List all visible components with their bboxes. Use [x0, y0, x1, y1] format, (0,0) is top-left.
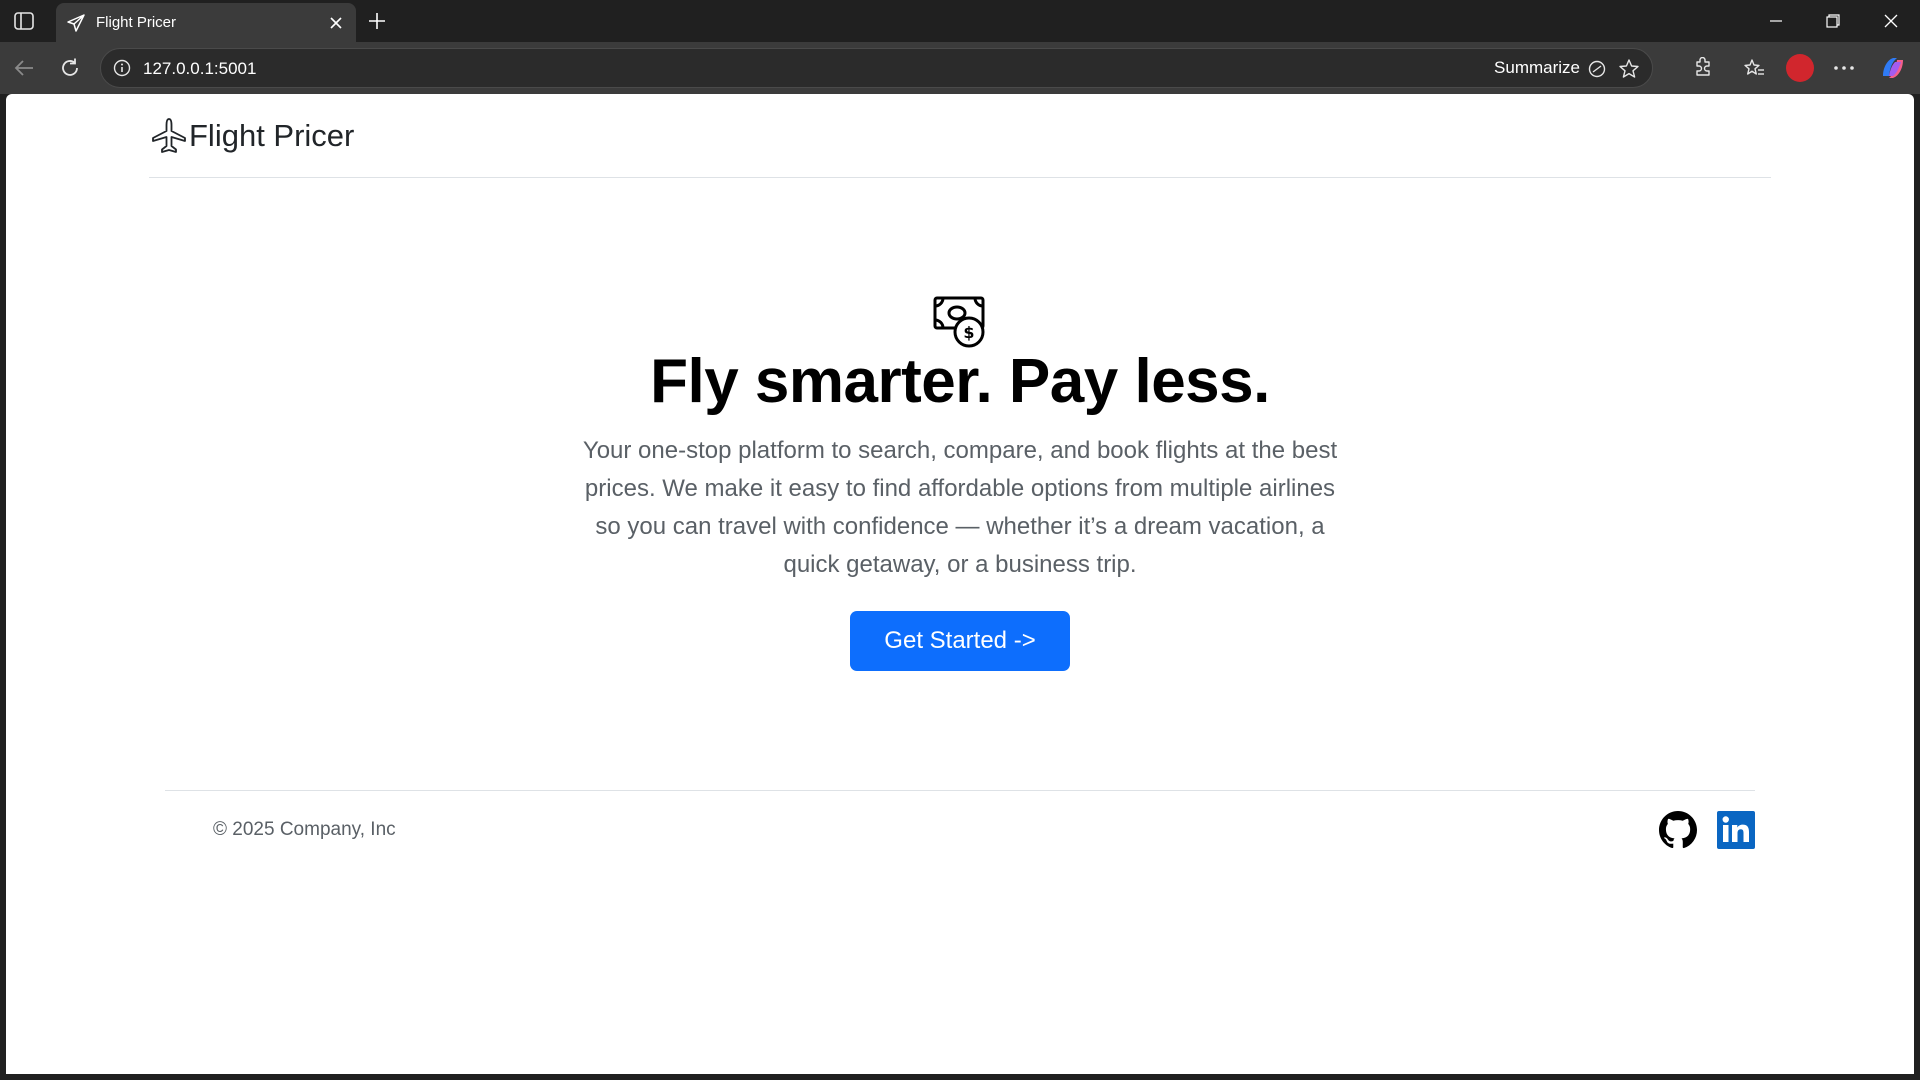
linkedin-icon[interactable]: [1716, 810, 1756, 850]
tab-bar: Flight Pricer: [0, 0, 1920, 42]
site-header: Flight Pricer: [149, 94, 1771, 178]
get-started-button[interactable]: Get Started ->: [850, 611, 1070, 671]
hero-title: Fly smarter. Pay less.: [650, 347, 1270, 416]
back-icon[interactable]: [10, 54, 38, 82]
summarize-icon[interactable]: [1586, 58, 1608, 80]
extensions-icon[interactable]: [1689, 54, 1717, 82]
restore-icon[interactable]: [1818, 8, 1848, 34]
copilot-icon[interactable]: [1879, 54, 1907, 82]
paper-plane-icon: [66, 13, 86, 33]
address-bar[interactable]: 127.0.0.1:5001 Summarize: [100, 48, 1653, 88]
footer-divider: [165, 790, 1755, 791]
brand-name[interactable]: Flight Pricer: [189, 118, 354, 154]
tab-title: Flight Pricer: [96, 14, 177, 31]
browser-toolbar: 127.0.0.1:5001 Summarize: [0, 42, 1920, 94]
more-icon[interactable]: [1830, 54, 1858, 82]
close-icon[interactable]: [326, 13, 346, 33]
copyright-text: © 2025 Company, Inc: [213, 819, 396, 840]
profile-avatar[interactable]: [1786, 54, 1814, 82]
browser-tab[interactable]: Flight Pricer: [56, 3, 356, 42]
hero-description: Your one-stop platform to search, compar…: [582, 437, 1338, 578]
star-icon[interactable]: [1618, 58, 1640, 80]
refresh-icon[interactable]: [56, 54, 84, 82]
plus-icon[interactable]: [364, 8, 390, 34]
svg-text:$: $: [963, 323, 974, 342]
window-bottom-edge: [0, 1074, 1920, 1080]
minimize-icon[interactable]: [1761, 8, 1791, 34]
github-icon[interactable]: [1658, 810, 1698, 850]
sidebar-toggle-icon[interactable]: [11, 9, 37, 33]
airplane-icon[interactable]: [149, 116, 189, 156]
page-viewport: Flight Pricer $ Fly smarter. Pay less. Y…: [6, 94, 1914, 1074]
close-window-icon[interactable]: [1876, 8, 1906, 34]
url-text[interactable]: 127.0.0.1:5001: [143, 59, 256, 79]
summarize-button[interactable]: Summarize: [1494, 58, 1580, 78]
favorites-icon[interactable]: [1740, 54, 1768, 82]
info-icon[interactable]: [113, 59, 131, 77]
cash-coin-icon: $: [933, 296, 987, 348]
